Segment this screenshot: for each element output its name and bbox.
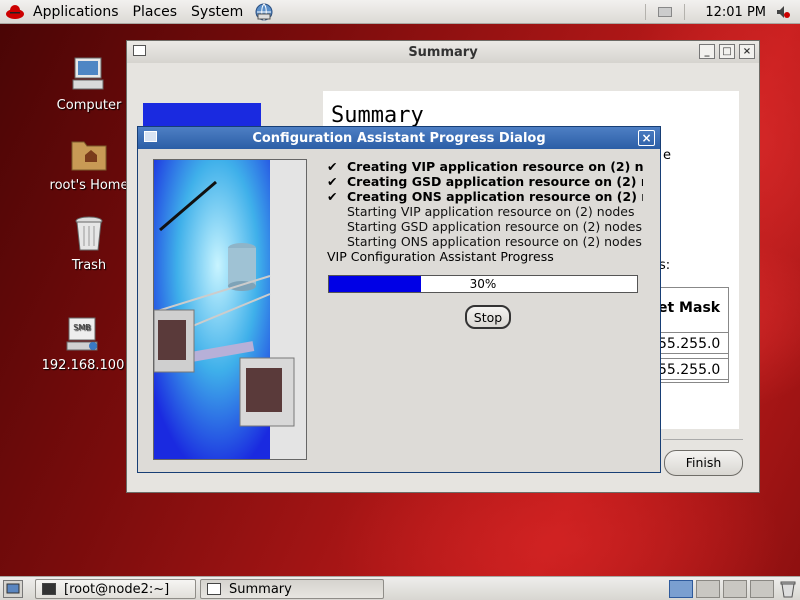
desktop-icon-computer[interactable]: Computer [39,54,139,113]
progress-label: VIP Configuration Assistant Progress [327,249,554,264]
desktop-icon-label: 192.168.100 [41,358,125,373]
close-button[interactable]: × [739,44,755,59]
stop-button[interactable]: Stop [465,305,511,329]
workspace-4[interactable] [750,580,774,598]
completed-step: ✔ Creating VIP application resource on (2… [327,159,643,174]
places-menu[interactable]: Places [126,1,185,23]
applications-menu[interactable]: Applications [26,1,126,23]
checkmark-icon: ✔ [327,174,338,189]
progress-bar: 30% [328,275,638,293]
notification-area-icon[interactable] [658,7,673,17]
table-header-cell: et Mask [658,300,721,316]
pending-step: Starting ONS application resource on (2)… [347,234,642,249]
taskbar-item-label: [root@node2:~] [64,581,170,597]
workspace-3[interactable] [723,580,747,598]
checkmark-icon: ✔ [327,189,338,204]
network-globe-icon[interactable] [254,2,274,22]
minimize-button[interactable]: _ [699,44,715,59]
home-folder-icon [69,134,109,174]
finish-button[interactable]: Finish [664,450,743,476]
summary-titlebar[interactable]: Summary _ □ × [127,41,759,63]
desktop-icon-trash[interactable]: Trash [39,214,139,273]
desktop-icon-home[interactable]: root's Home [39,134,139,193]
computer-icon [69,54,109,94]
taskbar-item-summary[interactable]: Summary [200,579,384,599]
table-cell: 55.255.0 [658,358,728,380]
dialog-illustration [153,159,307,460]
summary-partial-text: e [663,148,671,163]
dialog-title: Configuration Assistant Progress Dialog [252,130,546,146]
trash-applet-icon[interactable] [780,580,796,598]
window-menu-icon[interactable] [144,131,157,142]
progress-dialog-titlebar[interactable]: Configuration Assistant Progress Dialog … [138,127,660,149]
desktop-icon-label: Trash [71,258,107,273]
checkmark-icon: ✔ [327,159,338,174]
completed-step: ✔ Creating GSD application resource on (2… [327,174,643,189]
system-menu[interactable]: System [184,1,250,23]
summary-heading: Summary [331,103,424,128]
volume-icon[interactable] [774,3,792,21]
pending-step: Starting GSD application resource on (2)… [347,219,642,234]
workspace-2[interactable] [696,580,720,598]
redhat-logo-icon[interactable] [4,1,26,23]
progress-dialog: Configuration Assistant Progress Dialog … [137,126,661,473]
desktop-icon-smb-share[interactable]: SMB 192.168.100 [33,314,133,373]
completed-step: ✔ Creating ONS application resource on (2… [327,189,643,204]
desktop-icon-label: Computer [56,98,122,113]
panel-separator [684,4,686,20]
trash-icon [69,214,109,254]
steps-list: ✔ Creating VIP application resource on (2… [327,159,643,264]
maximize-button[interactable]: □ [719,44,735,59]
taskbar-item-terminal[interactable]: [root@node2:~] [35,579,196,599]
pending-step: Starting VIP application resource on (2)… [347,204,635,219]
close-button[interactable]: × [638,130,655,146]
workspace-1[interactable] [669,580,693,598]
taskbar-item-label: Summary [229,581,292,597]
window-icon [207,583,221,595]
smb-share-icon: SMB [63,314,103,354]
table-cell: 55.255.0 [658,332,728,354]
window-menu-icon[interactable] [133,45,146,56]
svg-text:SMB: SMB [73,323,90,332]
panel-separator [645,4,647,20]
summary-table: et Mask 55.255.0 55.255.0 [657,287,729,383]
window-title: Summary [408,44,478,60]
terminal-icon [42,583,56,595]
desktop-icon-label: root's Home [49,178,129,193]
button-separator [663,439,743,440]
bottom-panel: [root@node2:~] Summary [0,576,800,600]
clock[interactable]: 12:01 PM [705,5,766,20]
show-desktop-icon[interactable] [3,580,23,598]
progress-percent-text: 30% [469,277,497,291]
top-panel: Applications Places System 12:01 PM [0,0,800,24]
